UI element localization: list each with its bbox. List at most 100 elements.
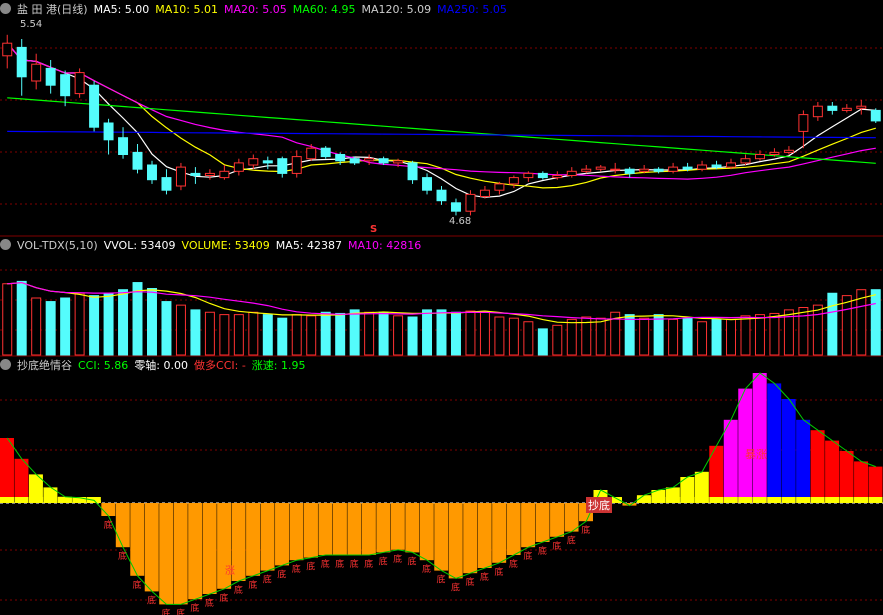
di-marker: 底 [161, 607, 170, 615]
ind-item-2: 做多CCI: - [194, 359, 246, 372]
di-marker: 底 [234, 584, 243, 596]
di-marker: 底 [147, 594, 156, 606]
ma-item-2: MA20: 5.05 [224, 3, 287, 16]
ind-item-3: 涨速: 1.95 [251, 359, 306, 372]
candle-up [175, 166, 186, 187]
candle-down [60, 74, 71, 97]
volume-title: VOL-TDX(5,10) [17, 239, 98, 252]
cci-negative-bar [289, 503, 304, 561]
di-marker: 底 [118, 550, 127, 562]
volume-bar [161, 301, 172, 356]
di-marker: 底 [219, 592, 228, 604]
cci-negative-bar [159, 503, 174, 605]
candle-down [422, 177, 433, 191]
candle-up [204, 172, 215, 176]
di-marker: 底 [292, 563, 301, 575]
di-marker: 底 [509, 558, 518, 570]
volume-bar [494, 316, 505, 356]
cci-negative-bar [332, 503, 347, 555]
candle-up [856, 105, 867, 109]
candle-down [118, 137, 129, 155]
candle-up [668, 166, 679, 172]
volume-bar [798, 307, 809, 356]
volume-bar [2, 283, 13, 356]
candle-down [378, 158, 389, 164]
candle-up [465, 193, 476, 212]
cci-base-bar [825, 497, 840, 503]
collapse-circle-icon[interactable] [0, 359, 11, 370]
cci-base-bar [723, 497, 738, 503]
cci-base-bar [636, 497, 651, 503]
volume-bar [277, 317, 288, 356]
volume-bar [754, 314, 765, 356]
volume-bar [552, 324, 563, 356]
volume-bar [175, 304, 186, 356]
candle-down [335, 154, 346, 162]
cci-negative-bar [405, 503, 420, 553]
di-marker: 底 [538, 545, 547, 557]
cci-base-bar [752, 497, 767, 503]
di-marker: 底 [350, 558, 359, 570]
volume-bar [726, 318, 736, 356]
volume-bar [132, 282, 143, 356]
cci-negative-bar [506, 503, 521, 555]
cci-negative-bar [173, 503, 188, 605]
candle-down [89, 84, 100, 128]
cci-negative-bar [260, 503, 275, 571]
vol-item-1: VOLUME: 53409 [181, 239, 270, 252]
candle-down [407, 162, 418, 181]
vol-item-2: MA5: 42387 [275, 239, 343, 252]
candle-down [450, 202, 461, 212]
stock-chart-canvas: 底底底底底 底底底底底底底底底底底底底底底底底底底底底底底底底底底底底 [0, 34, 883, 615]
ma5-line [6, 42, 876, 198]
cci-positive-bar [854, 461, 869, 503]
candle-down [682, 166, 693, 170]
volume-bar [668, 318, 679, 356]
cci-negative-bar [303, 503, 318, 558]
cci-base-bar [781, 497, 796, 503]
ind-item-0: CCI: 5.86 [78, 359, 129, 372]
candle-up [754, 154, 765, 160]
candle-up [812, 105, 823, 118]
candle-down [320, 147, 331, 158]
cci-negative-bar [376, 503, 391, 553]
cci-base-bar [767, 497, 782, 503]
volume-bar [248, 311, 259, 356]
sell-signal-mark: S [370, 224, 378, 235]
candle-down [537, 172, 548, 179]
candle-down [161, 177, 172, 191]
ma-item-0: MA5: 5.00 [93, 3, 150, 16]
cci-base-bar [868, 497, 883, 503]
di-marker: 底 [408, 555, 417, 567]
candle-down [45, 67, 56, 86]
di-marker: 底 [567, 535, 576, 547]
volume-bar [45, 301, 56, 356]
collapse-circle-icon[interactable] [0, 239, 11, 250]
bao-zhang-signal: 暴涨 [745, 448, 767, 461]
cci-positive-bar [796, 419, 811, 503]
ma250-line [7, 130, 876, 139]
cci-negative-bar [419, 503, 434, 561]
volume-bar [233, 314, 244, 356]
cci-negative-bar [202, 503, 217, 594]
di-marker: 底 [480, 571, 489, 583]
cci-negative-bar [361, 503, 376, 555]
di-marker: 底 [321, 558, 330, 570]
cci-base-bar [665, 497, 680, 503]
candle-up [364, 158, 375, 162]
di-marker: 底 [494, 566, 503, 578]
candle-down [277, 158, 288, 174]
cci-positive-bar [839, 451, 854, 503]
volume-bar [204, 311, 215, 356]
collapse-circle-icon[interactable] [0, 3, 11, 14]
volume-bar [436, 309, 447, 356]
indicator-header: 抄底绝情谷 CCI: 5.86 零轴: 0.00 做多CCI: - 涨速: 1.95 [0, 357, 318, 374]
volume-bar [147, 288, 157, 356]
volume-bar [639, 317, 650, 356]
candle-up [581, 168, 592, 172]
cci-positive-bar [14, 458, 29, 503]
di-marker: 底 [379, 555, 388, 567]
candle-down [16, 46, 27, 78]
volume-bar [740, 315, 751, 356]
candle-up [291, 156, 302, 174]
